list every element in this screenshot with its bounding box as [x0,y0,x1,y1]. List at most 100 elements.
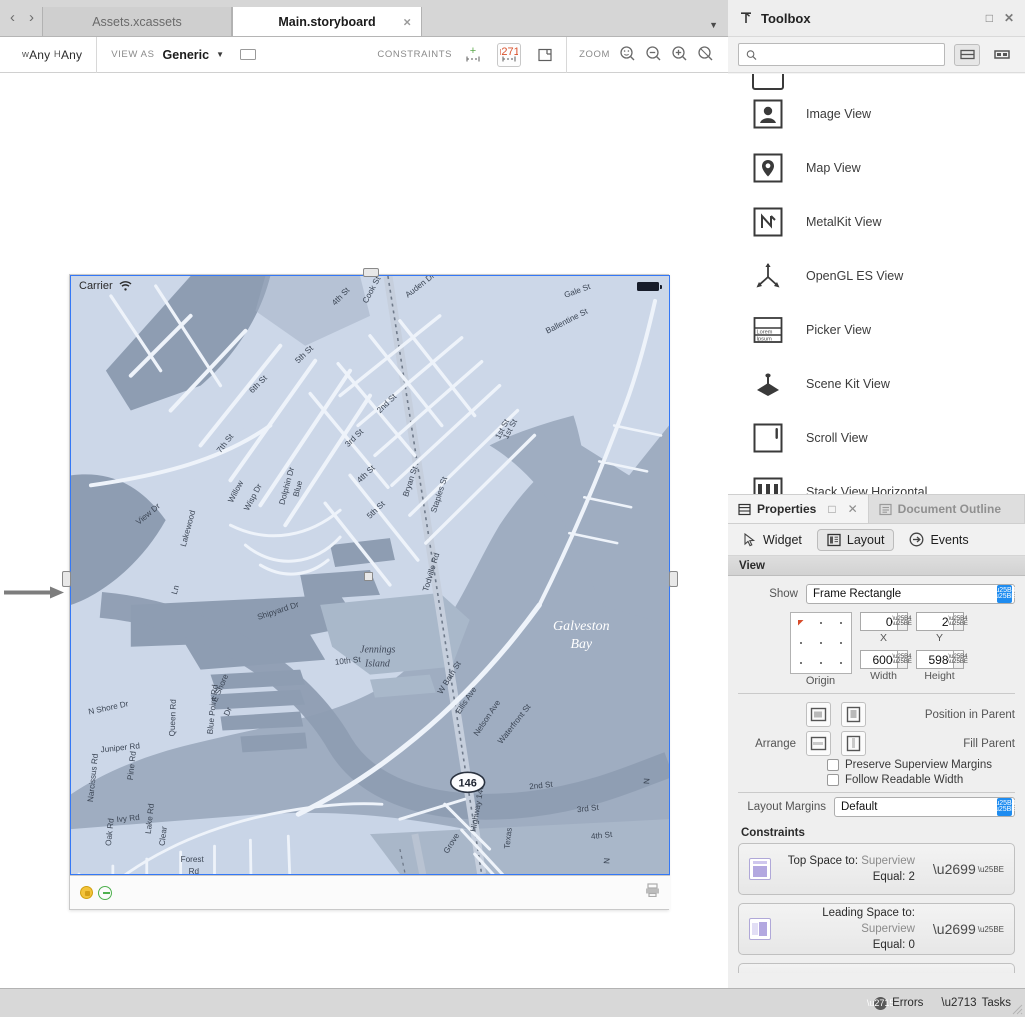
resize-handle-top[interactable] [363,268,379,277]
preserve-superview-margins-checkbox[interactable] [827,759,839,771]
tab-document-outline[interactable]: Document Outline [868,495,1025,523]
tab-main-storyboard[interactable]: Main.storyboard × [232,7,422,36]
constraint-equal-label: Equal: [872,939,906,951]
width-stepper[interactable]: \u25B4 \u25BE [892,650,912,669]
size-class-indicator[interactable]: w Any H Any [0,37,96,73]
toolbox-item-picker-view[interactable]: Lorem Ipsum Picker View [728,303,1025,357]
clear-constraint-icon[interactable]: \u2715 [497,42,522,67]
toolbox-item-map-view[interactable]: Map View [728,141,1025,195]
device-rect-icon[interactable] [240,49,256,60]
show-dropdown[interactable]: Frame Rectangle \u25B4 \u25BE [806,584,1016,604]
resize-handle-center[interactable] [364,572,373,581]
exit-icon[interactable] [98,885,112,900]
tasks-status[interactable]: \u2713 Tasks [941,997,1011,1009]
y-input[interactable] [915,612,953,631]
origin-anchor-grid[interactable] [789,612,852,674]
add-constraint-icon[interactable]: + [461,43,485,67]
origin-anchor[interactable] [799,642,802,644]
origin-anchor[interactable] [839,622,842,624]
nav-back-icon[interactable]: ‹ [10,10,15,25]
layout-margins-dropdown[interactable]: Default \u25B4 \u25BE [834,797,1016,817]
scene-device-frame[interactable]: .rd{stroke:#eef3fa;fill:none;stroke-line… [62,268,678,910]
toolbox-item-scene-kit-view[interactable]: Scene Kit View [728,357,1025,411]
toolbox-item-opengl-es-view[interactable]: OpenGL ES View [728,249,1025,303]
y-stepper[interactable]: \u25B4 \u25BE [948,612,968,631]
chevron-updown-icon[interactable]: \u25B4 \u25BE [993,798,1016,816]
divider-2 [738,792,1015,793]
follow-readable-width-checkbox[interactable] [827,774,839,786]
gear-icon[interactable]: \u2699 \u25BE [933,921,1004,937]
width-input[interactable] [859,650,897,669]
nav-forward-icon[interactable]: › [29,10,34,25]
list-view-icon[interactable] [954,43,980,66]
constraint-leading-space[interactable]: Leading Space to: Superview Equal: 0 \u2… [738,903,1015,955]
close-icon[interactable]: ✕ [848,502,858,516]
battery-icon [637,282,662,291]
toolbox-item-label: MetalKit View [806,215,882,229]
first-responder-icon[interactable] [80,886,93,899]
preserve-superview-margins-row[interactable]: Preserve Superview Margins [827,759,1025,771]
view-as-control[interactable]: VIEW AS Generic ▼ [97,37,270,73]
resize-handle-right[interactable] [669,571,678,587]
search-input[interactable] [762,48,937,61]
view-as-value: Generic [162,47,210,62]
position-vertically-button[interactable] [841,702,866,727]
resize-handle-left[interactable] [62,571,71,587]
height-stepper[interactable]: \u25B4 \u25BE [948,650,968,669]
toolbox-item-stack-view-horizontal[interactable]: Stack View Horizontal [728,465,1025,494]
toolbox-item-scroll-view[interactable]: Scroll View [728,411,1025,465]
fill-horizontally-button[interactable] [806,731,831,756]
tab-assets-xcassets[interactable]: Assets.xcassets [42,7,232,36]
segment-events[interactable]: Events [900,529,977,550]
resolve-constraint-icon[interactable] [533,43,557,67]
segment-widget[interactable]: Widget [735,530,811,550]
zoom-actual-icon[interactable] [697,45,714,65]
x-input[interactable] [859,612,897,631]
close-icon[interactable]: × [403,14,411,29]
segment-label: Layout [846,532,885,547]
toolbox-item-image-view[interactable]: Image View [728,87,1025,141]
constraint-top-space[interactable]: Top Space to: Superview Equal: 2 \u2699 \… [738,843,1015,895]
toolbox-item-label: Stack View Horizontal [806,485,928,494]
toolbox-search-box[interactable] [738,43,945,66]
position-horizontally-button[interactable] [806,702,831,727]
zoom-in-icon[interactable] [671,45,688,65]
zoom-fit-icon[interactable] [619,45,636,65]
origin-anchor[interactable] [839,662,842,664]
origin-anchor[interactable] [839,642,842,644]
scene-anchor-icon[interactable] [645,883,660,902]
x-stepper[interactable]: \u25B4 \u25BE [892,612,912,631]
gear-icon[interactable]: \u2699 \u25BE [933,861,1004,877]
chevron-down-icon[interactable]: ▼ [216,50,224,59]
origin-editor: Origin \u25B4\u25BE X [728,609,1025,687]
zoom-out-icon[interactable] [645,45,662,65]
origin-anchor[interactable] [819,622,822,624]
grid-view-icon[interactable] [989,44,1015,66]
origin-anchor[interactable] [819,642,822,644]
close-icon[interactable]: ✕ [1004,11,1014,25]
minimize-icon[interactable]: □ [986,11,993,25]
toolbox-item-list[interactable]: Image View Map View MetalKit View OpenGL… [728,74,1025,494]
fill-vertically-button[interactable] [841,731,866,756]
toolbox-item-metalkit-view[interactable]: MetalKit View [728,195,1025,249]
tab-overflow-icon[interactable]: ▼ [709,20,728,36]
height-input[interactable] [915,650,953,669]
map-view-icon [752,152,784,184]
svg-text:Rd: Rd [189,867,200,874]
errors-status[interactable]: \u2715 Errors [867,996,923,1010]
follow-readable-width-row[interactable]: Follow Readable Width [827,774,1025,786]
svg-text:Jennings: Jennings [360,645,396,656]
constraint-text: Top Space to: Superview Equal: 2 [781,853,923,885]
origin-anchor-selected[interactable] [797,620,804,626]
origin-anchor[interactable] [799,662,802,664]
tab-properties[interactable]: Properties □ ✕ [728,495,869,523]
segment-layout[interactable]: Layout [816,528,895,551]
field-x: \u25B4\u25BE X [859,612,912,644]
constraint-partial[interactable] [738,963,1015,973]
chevron-updown-icon[interactable]: \u25B4 \u25BE [993,585,1016,603]
scroll-view-icon [752,422,784,454]
storyboard-canvas[interactable]: .rd{stroke:#eef3fa;fill:none;stroke-line… [0,73,728,988]
size-class-h-prefix: H [53,49,61,60]
minimize-icon[interactable]: □ [828,502,835,516]
origin-anchor[interactable] [819,662,822,664]
